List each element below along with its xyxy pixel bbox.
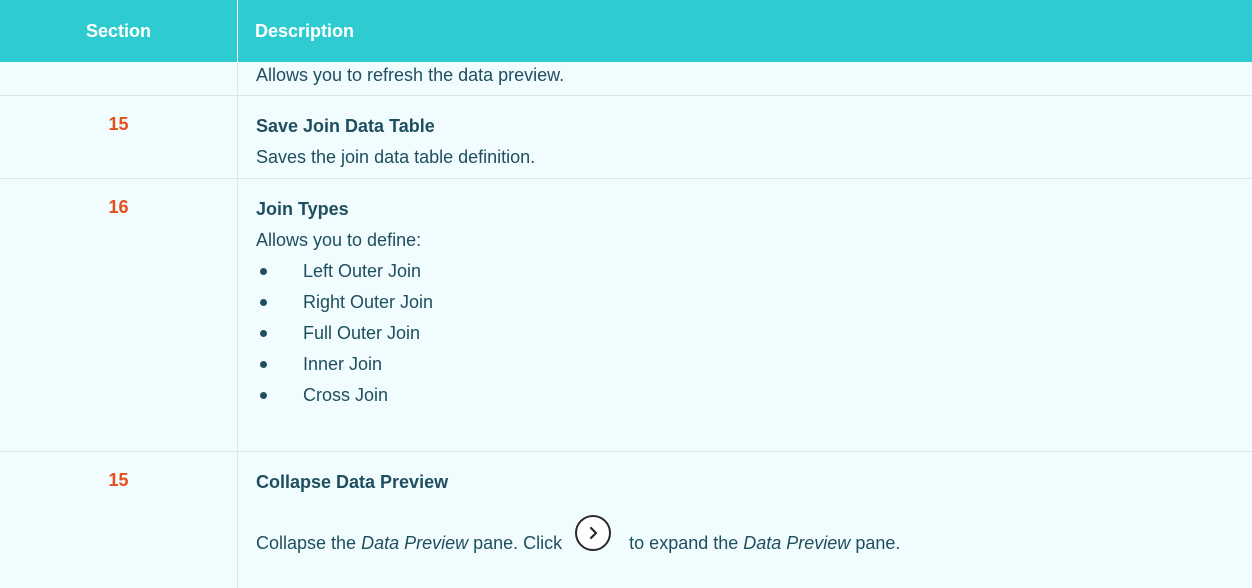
header-description: Description xyxy=(255,20,355,41)
join-types-list: Left Outer Join Right Outer Join Full Ou… xyxy=(256,259,1252,407)
bullet-icon xyxy=(260,268,267,275)
row-title: Save Join Data Table xyxy=(256,116,435,136)
row-description: Saves the join data table definition. xyxy=(256,147,536,167)
header-section: Section xyxy=(0,0,238,62)
row-description: Collapse the Data Preview pane. Click to… xyxy=(256,515,1252,563)
row-description: Allows you to define: xyxy=(256,230,422,250)
section-number: 15 xyxy=(0,452,238,588)
table-row: 15 Save Join Data Table Saves the join d… xyxy=(0,96,1252,179)
bullet-icon xyxy=(260,330,267,337)
section-description-table: Section Description Allows you to refres… xyxy=(0,0,1252,588)
table-row: 16 Join Types Allows you to define: Left… xyxy=(0,179,1252,452)
table-row: Allows you to refresh the data preview. xyxy=(0,62,1252,96)
section-number: 16 xyxy=(0,179,238,451)
bullet-icon xyxy=(260,361,267,368)
list-item: Left Outer Join xyxy=(256,259,1252,283)
table-header: Section Description xyxy=(0,0,1252,62)
chevron-right-circle-icon xyxy=(575,515,612,551)
row-title: Collapse Data Preview xyxy=(256,472,449,492)
list-item: Inner Join xyxy=(256,352,1252,376)
section-number xyxy=(0,62,238,95)
table-row: 15 Collapse Data Preview Collapse the Da… xyxy=(0,452,1252,588)
bullet-icon xyxy=(260,299,267,306)
list-item: Cross Join xyxy=(256,383,1252,407)
list-item: Full Outer Join xyxy=(256,321,1252,345)
row-title: Join Types xyxy=(256,199,349,219)
list-item: Right Outer Join xyxy=(256,290,1252,314)
row-description: Allows you to refresh the data preview. xyxy=(256,65,565,85)
bullet-icon xyxy=(260,392,267,399)
section-number: 15 xyxy=(0,96,238,178)
